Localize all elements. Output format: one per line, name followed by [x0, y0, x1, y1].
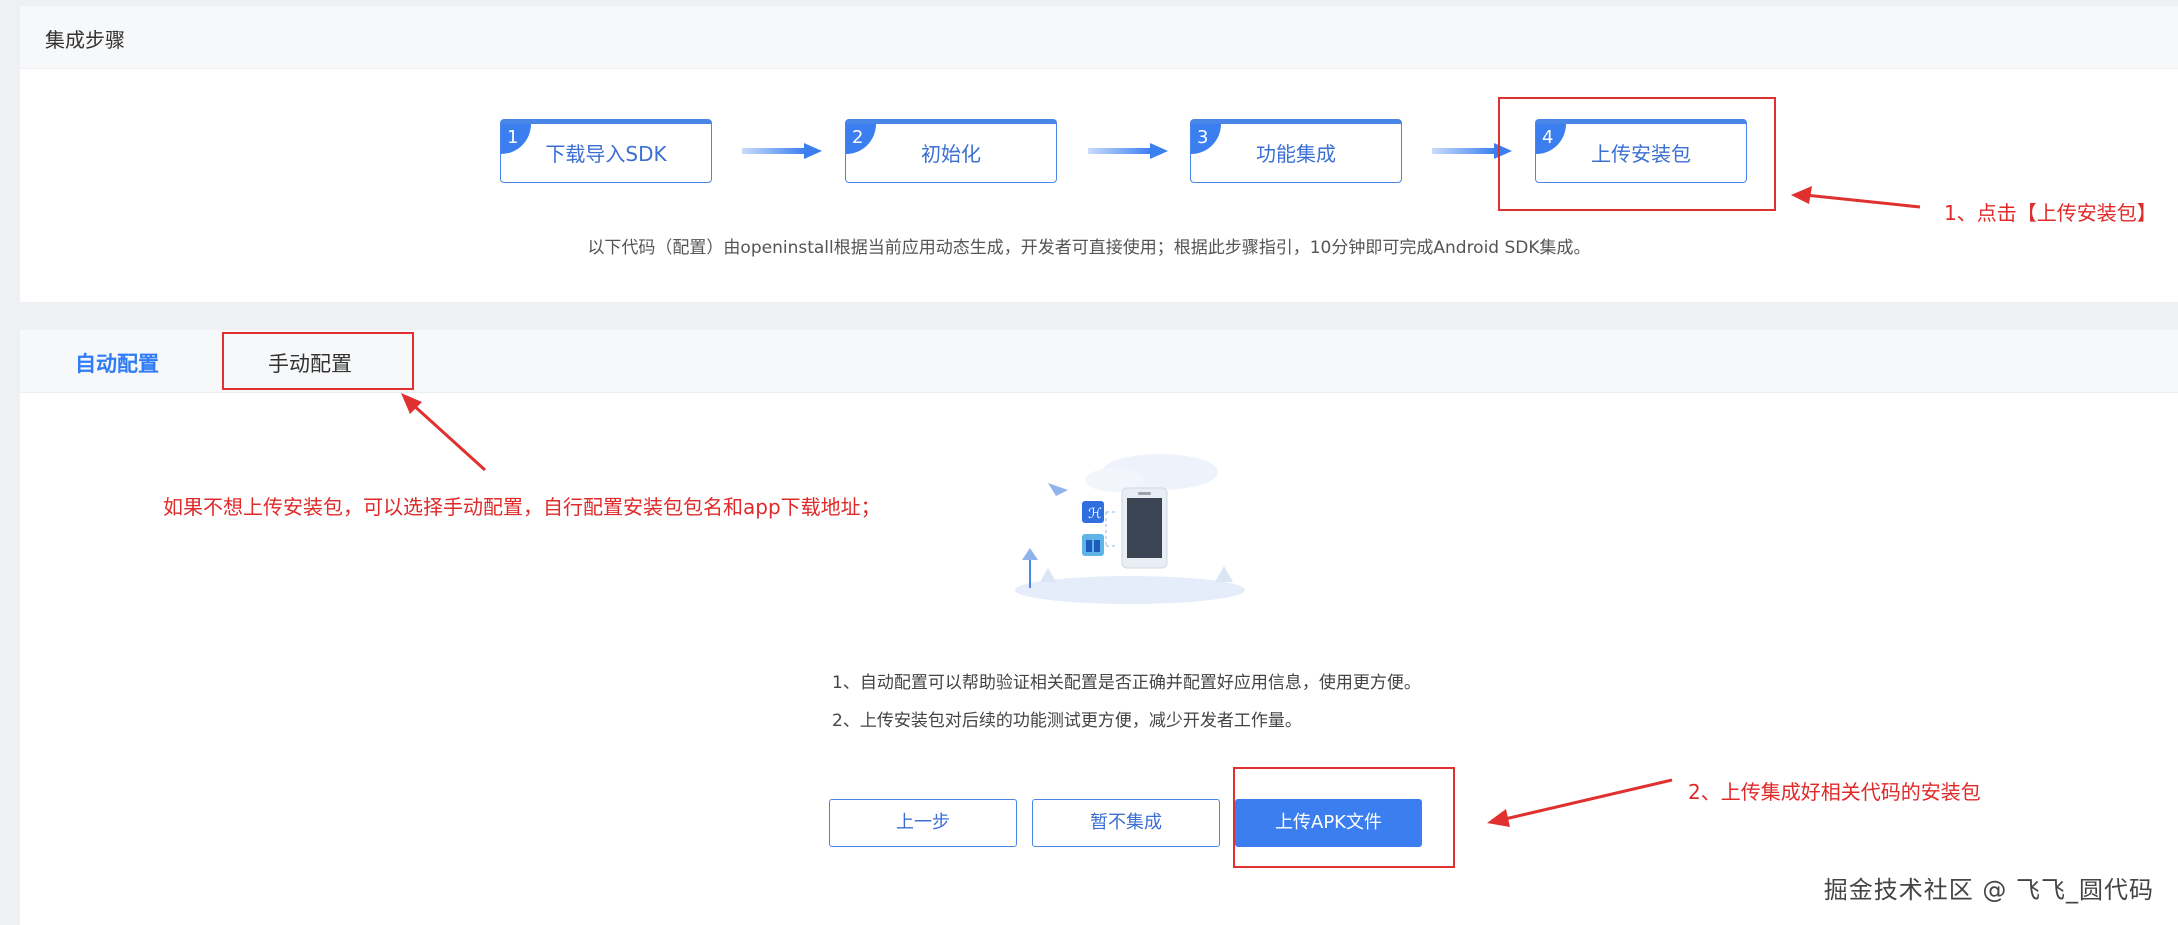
annotation-click-upload: 1、点击【上传安装包】 — [1944, 201, 2157, 225]
annotation-arrow-icon — [409, 401, 487, 472]
watermark: 掘金技术社区 @ 飞飞_圆代码 — [1823, 876, 2154, 904]
annotation-upload-package: 2、上传集成好相关代码的安装包 — [1688, 780, 1981, 804]
annotation-manual-config: 如果不想上传安装包，可以选择手动配置，自行配置安装包包名和app下载地址； — [163, 495, 881, 519]
annotation-arrow-icon — [1804, 193, 1921, 209]
annotation-arrow-icon — [1504, 778, 1673, 821]
